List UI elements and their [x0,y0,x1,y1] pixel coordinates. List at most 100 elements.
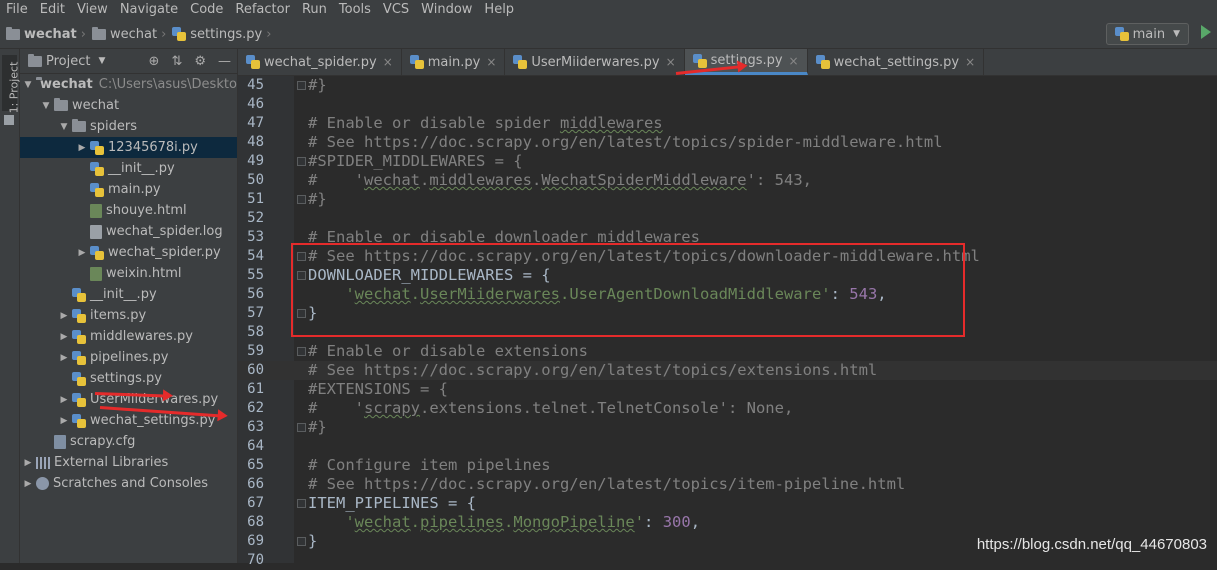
close-icon[interactable]: × [486,55,496,69]
menu-vcs[interactable]: VCS [377,0,415,20]
tree-item-file[interactable]: ▶ 12345678i.py [20,137,237,158]
tree-item-label: wechat_spider.py [108,245,221,260]
tree-item-file[interactable]: __init__.py [20,284,237,305]
scratches-icon [36,477,49,490]
tree-item-file[interactable]: ▶ wechat_spider.py [20,242,237,263]
close-icon[interactable]: × [383,55,393,69]
expand-arrow-icon[interactable]: ▶ [20,458,36,468]
code-line: 49 #SPIDER_MIDDLEWARES = { [238,152,1217,171]
expand-arrow-icon[interactable]: ▶ [20,479,36,489]
fold-marker-icon[interactable] [297,81,306,90]
fold-marker-icon[interactable] [297,157,306,166]
caret-down-icon: ▼ [98,56,106,66]
tree-item-file[interactable]: weixin.html [20,263,237,284]
fold-marker-icon[interactable] [297,499,306,508]
expand-arrow-icon[interactable]: ▼ [38,101,54,111]
menu-file[interactable]: File [0,0,34,20]
expand-arrow-icon[interactable]: ▶ [56,416,72,426]
menu-edit[interactable]: Edit [34,0,71,20]
watermark-text: https://blog.csdn.net/qq_44670803 [976,536,1207,553]
menu-run[interactable]: Run [296,0,333,20]
run-icon[interactable] [1201,25,1211,39]
expand-arrow-icon[interactable]: ▶ [56,311,72,321]
expand-arrow-icon[interactable]: ▼ [20,80,36,90]
fold-marker-icon[interactable] [297,195,306,204]
code-token: # ' [308,399,364,417]
fold-marker-icon[interactable] [297,537,306,546]
locate-icon[interactable]: ⊕ [149,54,160,69]
tree-item-label: scrapy.cfg [70,434,136,449]
python-file-icon [90,161,104,176]
tab-wechat-settings[interactable]: wechat_settings.py × [808,49,985,75]
menu-view[interactable]: View [71,0,114,20]
menu-refactor[interactable]: Refactor [229,0,296,20]
tree-item-file[interactable]: wechat_spider.log [20,221,237,242]
breadcrumb-root[interactable]: wechat › [0,26,86,42]
tree-item-file[interactable]: ▶ middlewares.py [20,326,237,347]
expand-arrow-icon[interactable]: ▶ [74,248,90,258]
code-text: # 'wechat.middlewares.WechatSpiderMiddle… [308,171,812,190]
code-text: # See https://doc.scrapy.org/en/latest/t… [308,475,906,493]
line-number: 60 [247,362,264,378]
code-text: #} [308,418,327,436]
tree-item-scratches[interactable]: ▶ Scratches and Consoles [20,473,237,494]
tree-item-project-root[interactable]: ▼ wechat C:\Users\asus\Desktop [20,74,237,95]
tree-item-file[interactable]: ▶ items.py [20,305,237,326]
python-file-icon [172,27,187,41]
hide-icon[interactable]: — [218,54,231,69]
tree-item-label: __init__.py [108,161,175,176]
code-text: # See https://doc.scrapy.org/en/latest/t… [308,133,943,151]
tree-item-label: __init__.py [90,287,157,302]
expand-arrow-icon[interactable]: ▶ [74,143,90,153]
code-token: pipelines [420,513,505,531]
tree-item-package[interactable]: ▼ wechat [20,95,237,116]
line-number: 47 [247,115,264,131]
tab-wechat-spider[interactable]: wechat_spider.py × [238,49,402,75]
tree-item-file[interactable]: shouye.html [20,200,237,221]
menu-window[interactable]: Window [415,0,478,20]
code-line: 59 # Enable or disable extensions [238,342,1217,361]
tree-item-file[interactable]: ▶ UserMiiderwares.py [20,389,237,410]
chevron-right-icon: › [266,26,272,42]
tree-item-file[interactable]: settings.py [20,368,237,389]
expand-arrow-icon[interactable]: ▶ [56,332,72,342]
python-file-icon [90,140,104,155]
tab-main[interactable]: main.py × [402,49,506,75]
breadcrumb-package[interactable]: wechat › [86,26,166,42]
close-icon[interactable]: × [789,54,799,68]
project-view-select[interactable]: Project ▼ [28,53,106,69]
run-configuration-select[interactable]: main ▼ [1105,23,1189,45]
tab-label: main.py [427,54,481,70]
tree-item-file[interactable]: ▶ pipelines.py [20,347,237,368]
gear-icon[interactable]: ⚙ [194,54,206,69]
tree-item-file[interactable]: __init__.py [20,158,237,179]
expand-arrow-icon[interactable]: ▶ [56,353,72,363]
code-line: 65 # Configure item pipelines [238,456,1217,475]
tree-item-file[interactable]: scrapy.cfg [20,431,237,452]
collapse-icon[interactable]: ⇅ [171,54,182,69]
line-number: 69 [247,533,264,549]
line-number: 53 [247,229,264,245]
expand-arrow-icon[interactable]: ▶ [56,395,72,405]
tab-usermiiderwares[interactable]: UserMiiderwares.py × [505,49,685,75]
tree-item-external-libraries[interactable]: ▶ External Libraries [20,452,237,473]
menu-navigate[interactable]: Navigate [114,0,184,20]
fold-marker-icon[interactable] [297,423,306,432]
tree-item-spiders[interactable]: ▼ spiders [20,116,237,137]
close-icon[interactable]: × [965,55,975,69]
folder-icon [72,119,86,132]
code-line: 51 #} [238,190,1217,209]
project-tool-tab[interactable]: 1: Project [2,55,20,113]
code-line: 63 #} [238,418,1217,437]
tree-item-file[interactable]: main.py [20,179,237,200]
menu-help[interactable]: Help [478,0,520,20]
fold-marker-icon[interactable] [297,347,306,356]
close-icon[interactable]: × [666,55,676,69]
structure-icon[interactable] [4,115,14,125]
breadcrumb-file[interactable]: settings.py › [166,27,271,42]
python-file-icon [72,371,86,386]
menu-tools[interactable]: Tools [333,0,377,20]
line-number: 62 [247,400,264,416]
expand-arrow-icon[interactable]: ▼ [56,122,72,132]
menu-code[interactable]: Code [184,0,229,20]
